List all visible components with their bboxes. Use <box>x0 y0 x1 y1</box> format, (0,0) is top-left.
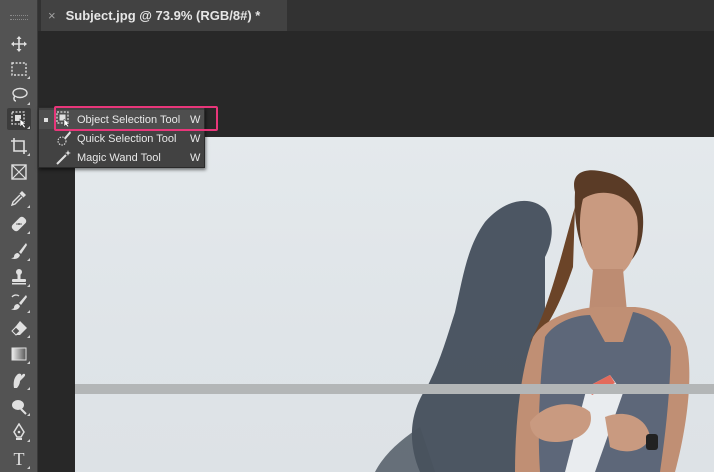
wall-ledge <box>75 384 714 394</box>
dodge-icon <box>12 400 27 415</box>
move-tool[interactable] <box>7 33 31 55</box>
menu-item-shortcut: W <box>190 132 201 145</box>
stamp-icon <box>12 269 26 285</box>
clone-stamp-tool[interactable] <box>7 266 31 288</box>
pen-icon <box>13 423 25 440</box>
menu-item-shortcut: W <box>190 151 201 164</box>
document-title: Subject.jpg @ 73.9% (RGB/8#) * <box>65 8 261 23</box>
menu-item-quick-selection[interactable]: Quick Selection Tool W <box>39 129 204 148</box>
tab-close-icon[interactable]: × <box>48 8 56 23</box>
object-selection-icon <box>11 111 27 128</box>
object-selection-tool[interactable] <box>7 108 31 130</box>
gradient-tool[interactable] <box>7 343 31 365</box>
marquee-icon <box>11 62 27 76</box>
history-brush-icon <box>11 294 27 310</box>
move-icon <box>11 36 27 52</box>
eraser-tool[interactable] <box>7 317 31 339</box>
healing-brush-tool[interactable] <box>7 213 31 235</box>
lasso-tool[interactable] <box>7 84 31 106</box>
active-bullet-icon <box>44 117 48 122</box>
gradient-icon <box>11 347 27 361</box>
type-icon: T <box>13 448 25 469</box>
menu-item-label: Magic Wand Tool <box>77 151 161 164</box>
eraser-icon <box>11 321 27 336</box>
quick-selection-icon <box>57 131 71 146</box>
history-brush-tool[interactable] <box>7 292 31 314</box>
document-image[interactable] <box>75 137 714 472</box>
brush-icon <box>11 243 27 259</box>
document-tab-bar: × Subject.jpg @ 73.9% (RGB/8#) * <box>38 0 714 31</box>
pen-tool[interactable] <box>7 421 31 443</box>
photo-subject <box>375 170 690 472</box>
tools-panel: T <box>0 0 38 472</box>
crop-icon <box>11 138 27 154</box>
brush-tool[interactable] <box>7 240 31 262</box>
document-tab[interactable]: × Subject.jpg @ 73.9% (RGB/8#) * <box>41 0 287 31</box>
lasso-icon <box>12 87 28 102</box>
smudge-tool[interactable] <box>7 369 31 391</box>
bandage-icon <box>11 216 27 232</box>
panel-grip[interactable] <box>10 15 28 20</box>
menu-item-magic-wand[interactable]: Magic Wand Tool W <box>39 148 204 167</box>
menu-item-label: Quick Selection Tool <box>77 132 177 145</box>
eyedropper-icon <box>10 191 26 207</box>
dodge-tool[interactable] <box>7 395 31 417</box>
eyedropper-tool[interactable] <box>7 187 31 209</box>
type-tool[interactable]: T <box>7 448 31 470</box>
crop-tool[interactable] <box>7 135 31 157</box>
magic-wand-icon <box>56 150 71 165</box>
rectangular-marquee-tool[interactable] <box>7 58 31 80</box>
highlight-box <box>54 106 218 131</box>
smudge-icon <box>13 373 26 388</box>
frame-tool[interactable] <box>7 161 31 183</box>
frame-icon <box>11 164 27 180</box>
